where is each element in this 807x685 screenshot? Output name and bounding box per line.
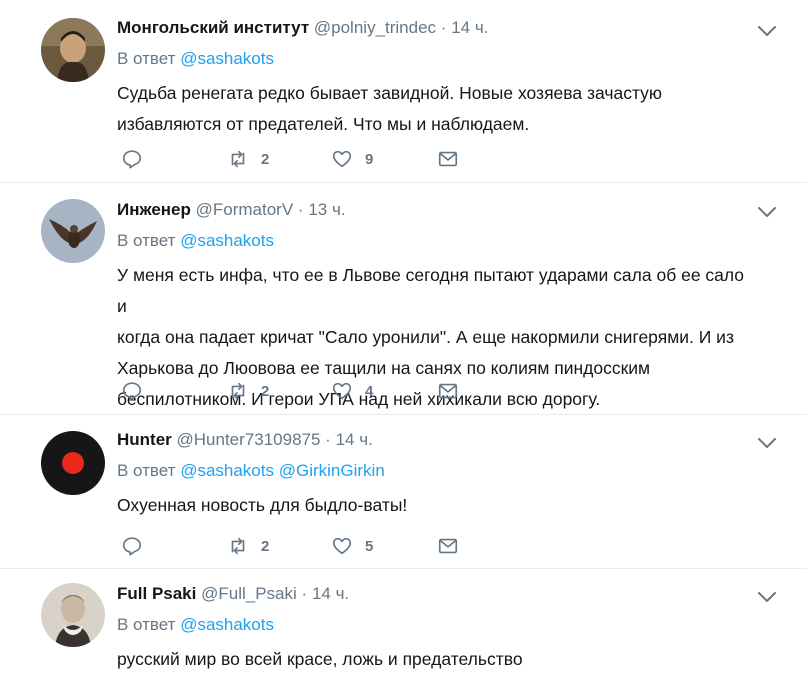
- tweet-time[interactable]: 14 ч.: [312, 584, 349, 603]
- separator-dot: ·: [325, 430, 331, 449]
- reply-icon: [122, 150, 142, 169]
- tweet-text-line: беспилотником. И герои УПА над ней хихик…: [117, 389, 601, 409]
- tweet-text-line: Судьба ренегата редко бывает завидной. Н…: [117, 83, 663, 103]
- avatar-image: [41, 583, 105, 647]
- reply-button[interactable]: [121, 380, 143, 402]
- reply-prefix: В ответ: [117, 615, 176, 634]
- chevron-down-icon[interactable]: [757, 205, 777, 219]
- reply-context: В ответ @sashakots: [117, 615, 747, 635]
- avatar-image: [41, 431, 105, 495]
- separator-dot: ·: [440, 18, 447, 37]
- reply-context: В ответ @sashakots @GirkinGirkin: [117, 461, 747, 481]
- tweet-time[interactable]: 14 ч.: [336, 430, 373, 449]
- direct-message-button[interactable]: [437, 380, 459, 402]
- chevron-down-icon[interactable]: [757, 436, 777, 450]
- retweet-count: 2: [261, 537, 270, 555]
- like-button[interactable]: 5: [331, 535, 373, 557]
- reply-prefix: В ответ: [117, 49, 176, 68]
- reply-button[interactable]: [121, 535, 143, 557]
- author-name[interactable]: Монгольский институт: [117, 18, 309, 37]
- reply-button[interactable]: [121, 148, 143, 170]
- tweet-header: Full Psaki @Full_Psaki · 14 ч.: [117, 584, 747, 604]
- retweet-icon: [231, 537, 245, 555]
- tweet-header: Монгольский институт @polniy_trindec · 1…: [117, 18, 747, 38]
- retweet-button[interactable]: 2: [227, 535, 269, 557]
- tweet-text-line: Харькова до Люовова ее тащили на санях п…: [117, 358, 651, 378]
- tweet-header: Hunter @Hunter73109875 · 14 ч.: [117, 430, 747, 450]
- retweet-count: 2: [261, 382, 270, 400]
- tweet-text: У меня есть инфа, что ее в Львове сегодн…: [117, 260, 747, 415]
- author-name[interactable]: Инженер: [117, 200, 191, 219]
- like-button[interactable]: 4: [331, 380, 373, 402]
- reply-prefix: В ответ: [117, 461, 176, 480]
- tweet-text: Охуенная новость для быдло-ваты!: [117, 490, 747, 521]
- reply-icon: [122, 537, 142, 556]
- tweet-text: Судьба ренегата редко бывает завидной. Н…: [117, 78, 747, 140]
- retweet-count: 2: [261, 150, 270, 168]
- tweet[interactable]: Монгольский институт @polniy_trindec · 1…: [0, 0, 807, 183]
- tweet-text-line: русский мир во всей красе, ложь и предат…: [117, 649, 523, 669]
- avatar[interactable]: [41, 199, 105, 263]
- like-icon: [332, 150, 352, 168]
- reply-icon: [122, 382, 142, 401]
- tweet-text-line: Охуенная новость для быдло-ваты!: [117, 495, 408, 515]
- author-name[interactable]: Full Psaki: [117, 584, 196, 603]
- author-name[interactable]: Hunter: [117, 430, 172, 449]
- tweet-header: Инженер @FormatorV · 13 ч.: [117, 200, 747, 220]
- author-handle[interactable]: @FormatorV: [196, 200, 294, 219]
- tweet-time[interactable]: 13 ч.: [308, 200, 345, 219]
- like-count: 9: [365, 150, 374, 168]
- direct-message-icon: [438, 538, 458, 554]
- author-handle[interactable]: @Hunter73109875: [177, 430, 321, 449]
- avatar-image: [41, 18, 105, 82]
- retweet-button[interactable]: 2: [227, 380, 269, 402]
- author-handle[interactable]: @Full_Psaki: [201, 584, 297, 603]
- tweet[interactable]: Full Psaki @Full_Psaki · 14 ч. В ответ @…: [0, 569, 807, 685]
- direct-message-icon: [438, 383, 458, 399]
- separator-dot: ·: [297, 200, 304, 219]
- like-icon: [332, 537, 352, 555]
- reply-prefix: В ответ: [117, 231, 176, 250]
- mention-link[interactable]: @sashakots: [180, 615, 274, 634]
- mention-link[interactable]: @sashakots: [180, 461, 274, 480]
- like-count: 5: [365, 537, 374, 555]
- author-handle[interactable]: @polniy_trindec: [314, 18, 436, 37]
- like-icon: [332, 382, 352, 400]
- tweet-text-line: У меня есть инфа, что ее в Львове сегодн…: [117, 265, 745, 316]
- retweet-button[interactable]: 2: [227, 148, 269, 170]
- chevron-down-icon[interactable]: [757, 24, 777, 38]
- tweet-text: русский мир во всей красе, ложь и предат…: [117, 644, 747, 675]
- avatar[interactable]: [41, 583, 105, 647]
- direct-message-button[interactable]: [437, 148, 459, 170]
- like-button[interactable]: 9: [331, 148, 373, 170]
- tweet[interactable]: Hunter @Hunter73109875 · 14 ч. В ответ @…: [0, 415, 807, 569]
- tweet-text-line: избавляются от предателей. Что мы и набл…: [117, 114, 530, 134]
- like-count: 4: [365, 382, 374, 400]
- reply-context: В ответ @sashakots: [117, 49, 747, 69]
- mention-link[interactable]: @sashakots: [180, 49, 274, 68]
- mention-link[interactable]: @sashakots: [180, 231, 274, 250]
- retweet-icon: [231, 382, 245, 400]
- avatar[interactable]: [41, 431, 105, 495]
- tweet[interactable]: Инженер @FormatorV · 13 ч. В ответ @sash…: [0, 183, 807, 415]
- avatar-image: [41, 199, 105, 263]
- tweet-time[interactable]: 14 ч.: [451, 18, 488, 37]
- retweet-icon: [231, 150, 245, 168]
- direct-message-button[interactable]: [437, 535, 459, 557]
- direct-message-icon: [438, 151, 458, 167]
- chevron-down-icon[interactable]: [757, 590, 777, 604]
- mention-link[interactable]: @GirkinGirkin: [279, 461, 385, 480]
- avatar[interactable]: [41, 18, 105, 82]
- separator-dot: ·: [301, 584, 308, 603]
- reply-context: В ответ @sashakots: [117, 231, 747, 251]
- tweet-text-line: когда она падает кричат "Сало уронили". …: [117, 327, 734, 347]
